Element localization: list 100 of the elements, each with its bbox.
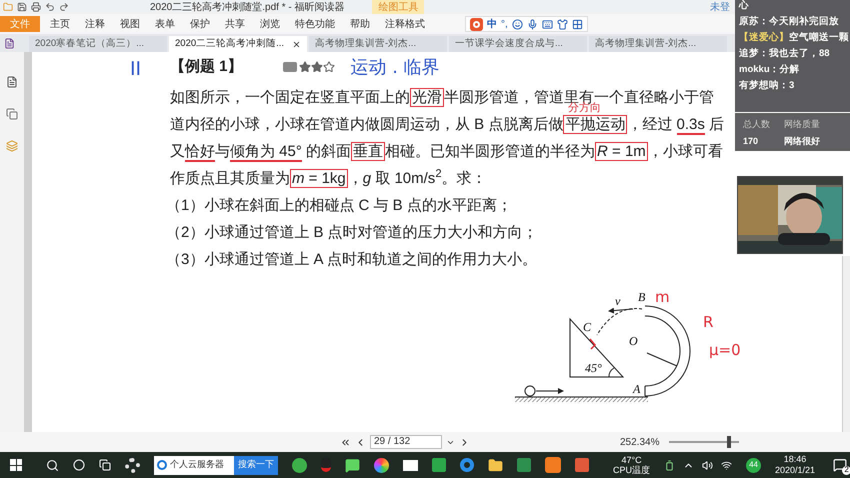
toolbox-icon[interactable] [572, 18, 583, 30]
tab-label: 2020寒春笔记（高三）... [35, 36, 144, 51]
problem-text: 又 [170, 143, 185, 160]
handwritten-note: II [130, 57, 142, 82]
ribbon-tab[interactable]: 帮助 [350, 16, 370, 32]
incline-drawing [570, 318, 624, 378]
windows-logo-icon[interactable] [10, 459, 22, 471]
ribbon-tab[interactable]: 视图 [120, 16, 140, 32]
page-icon[interactable] [6, 76, 18, 88]
task-view-icon[interactable] [99, 459, 111, 471]
ribbon-tab[interactable]: 注释 [85, 16, 105, 32]
colorful-app-icon[interactable] [374, 458, 389, 472]
problem-text: 作质点且其质量为 [170, 170, 290, 187]
diagram-label: C [583, 320, 592, 334]
ribbon-tab[interactable]: 特色功能 [295, 16, 335, 32]
browser-app-icon[interactable] [292, 458, 307, 472]
underlined-term: 0.3s [676, 116, 705, 135]
star-icon [322, 61, 335, 73]
zoom-slider[interactable] [667, 436, 742, 448]
trajectory-line [596, 308, 642, 336]
boxed-term: R = 1m [595, 142, 648, 161]
question-text: （3）小球通过管道上 A 点时和轨道之间的作用力大小。 [166, 250, 538, 270]
document-tab[interactable]: 高考物理集训营-刘杰... [589, 36, 727, 52]
question-text: （1）小球在斜面上的相碰点 C 与 B 点的水平距离； [166, 196, 513, 216]
save-icon[interactable] [17, 2, 27, 12]
chat-message: 追梦：我也去了，88 [739, 48, 831, 59]
ribbon-tab[interactable]: 主页 [50, 16, 70, 32]
problem-text: 相碰。已知半圆形管道的半径为 [385, 143, 596, 160]
tab-label: 2020二三轮高考冲刺随... [175, 36, 284, 51]
emoji-icon[interactable] [512, 18, 523, 30]
ribbon-tab[interactable]: 表单 [155, 16, 175, 32]
first-page-icon[interactable] [340, 436, 351, 448]
cpu-temperature-label: CPU温度 [613, 465, 650, 475]
chat-message: 原苏：今天刚补完回放 [739, 16, 840, 27]
scrollbar[interactable] [842, 256, 850, 432]
document-icon [4, 38, 15, 49]
boxed-term: 平抛运动 [563, 115, 628, 134]
zoom-level[interactable]: 252.34% [620, 434, 660, 450]
problem-text: 如图所示，一个固定在竖直平面上的 [170, 89, 410, 106]
cortana-icon[interactable] [73, 459, 85, 471]
tab-label: 高考物理集训营-刘杰... [595, 36, 696, 51]
ribbon-tab[interactable]: 浏览 [260, 16, 280, 32]
keyboard-icon[interactable] [542, 18, 553, 30]
stat-label: 网络质量 [784, 118, 820, 131]
pages-icon[interactable] [6, 108, 18, 120]
volume-icon[interactable] [702, 460, 714, 470]
close-icon[interactable] [292, 40, 301, 48]
boxed-term: 光滑 [410, 88, 444, 107]
page-number-field[interactable]: 29 / 132 [370, 435, 442, 449]
problem-text: 与 [215, 143, 230, 160]
chat-app-icon[interactable] [345, 458, 360, 472]
diagram-label: O [629, 334, 638, 348]
star-icon [310, 61, 323, 73]
handwritten-note: μ=0 [709, 341, 741, 359]
edge-icon[interactable] [460, 458, 474, 472]
diagram-label: B [638, 290, 646, 304]
undo-icon[interactable] [45, 2, 55, 12]
problem-text: 的斜面 [305, 143, 352, 160]
boxed-term: 垂直 [351, 142, 386, 161]
slider-thumb[interactable] [726, 436, 731, 448]
web-search-field[interactable]: 个人云服务器 [154, 456, 234, 474]
document-tab[interactable]: 一节课学会速度合成与... [449, 36, 587, 52]
fan-app-icon[interactable] [125, 458, 140, 472]
battery-icon[interactable] [664, 460, 676, 470]
reader-app-icon[interactable] [545, 457, 561, 473]
difficulty-badge [282, 62, 297, 72]
underlined-term: 倾角为 45° [230, 143, 302, 162]
tick-mark [589, 338, 596, 350]
problem-text: ，小球可看 [648, 143, 723, 160]
problem-text: ，g 取 10m/s$^{2}$。求： [348, 170, 487, 187]
ribbon-tab[interactable]: 注释格式 [385, 16, 425, 32]
chat-message: 心 [739, 0, 750, 11]
search-icon[interactable] [46, 458, 59, 472]
diagram-label: 45° [585, 361, 602, 375]
redo-icon[interactable] [59, 2, 69, 12]
question-text: （2）小球通过管道上 B 点时对管道的压力大小和方向； [166, 223, 539, 243]
document-tab[interactable]: 高考物理集训营-刘杰... [309, 36, 447, 52]
print-icon[interactable] [31, 2, 41, 12]
document-tab[interactable]: 2020二三轮高考冲刺随... [169, 36, 307, 52]
document-tab[interactable]: 2020寒春笔记（高三）... [29, 36, 167, 52]
chat-message: 【迷爱心】空气嘲送一颗 [739, 32, 846, 43]
problem-text: 道内径的小球，小球在管道内做圆周运动，从 B 点脱离后做 [170, 116, 564, 133]
input-mode[interactable]: 中 [487, 16, 497, 32]
folder-icon[interactable] [488, 458, 503, 472]
ball-arrow-drawing [524, 386, 564, 396]
skin-icon[interactable] [556, 18, 568, 30]
chat-message: mokku：分解 [739, 64, 801, 75]
microphone-icon[interactable] [526, 18, 538, 30]
stat-label: 总人数 [743, 118, 770, 131]
handwritten-note: R [703, 313, 714, 331]
clock-time[interactable]: 18:46 [784, 454, 806, 465]
ribbon-tab[interactable]: 保护 [190, 16, 210, 32]
ribbon-tab[interactable]: 共享 [225, 16, 245, 32]
search-button[interactable]: 搜索一下 [234, 456, 278, 474]
punctuation-mode[interactable]: °, [501, 16, 508, 32]
clock-date[interactable]: 2020/1/21 [775, 465, 816, 476]
tab-label: 一节课学会速度合成与... [455, 36, 563, 51]
account-link[interactable]: 未登 [710, 0, 730, 14]
notification-icon[interactable]: 2 [833, 458, 850, 472]
wifi-icon[interactable] [721, 460, 732, 470]
